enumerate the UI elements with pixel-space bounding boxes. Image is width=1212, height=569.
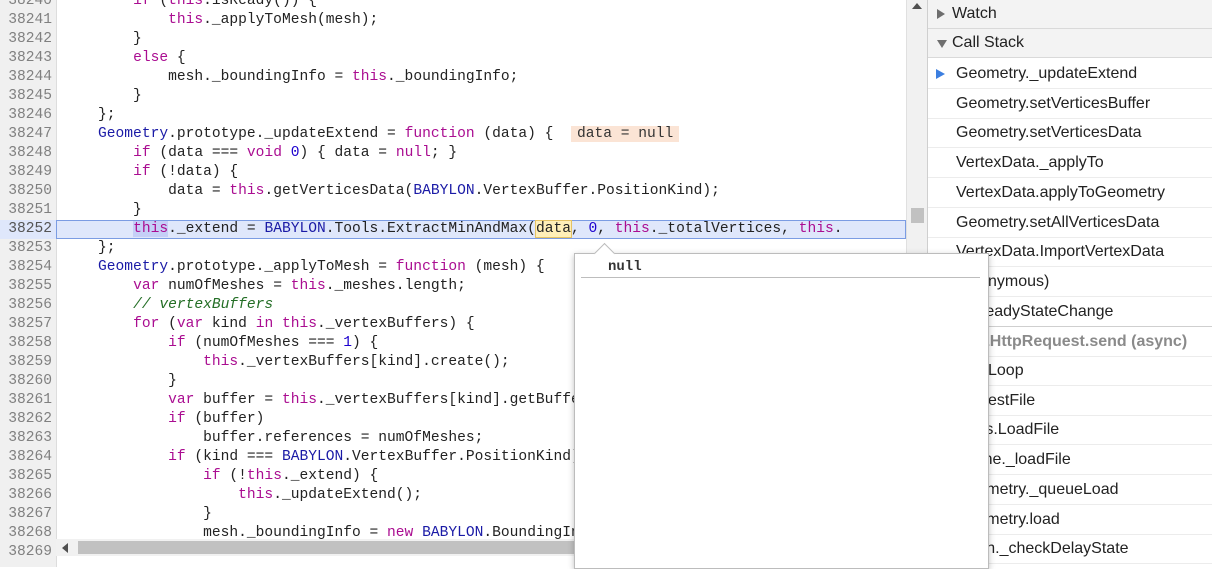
line-number[interactable]: 38253 bbox=[0, 239, 52, 258]
inline-value-annotation: data = null bbox=[570, 126, 680, 142]
code-line[interactable]: 38252 this._extend = BABYLON.Tools.Extra… bbox=[0, 220, 906, 239]
code-line[interactable]: 38249 if (!data) { bbox=[0, 163, 906, 182]
line-number[interactable]: 38262 bbox=[0, 410, 52, 429]
code-text: if (this.isReady()) { bbox=[133, 0, 317, 9]
code-text: else { bbox=[133, 50, 186, 66]
line-number[interactable]: 38268 bbox=[0, 524, 52, 543]
callstack-section-header[interactable]: Call Stack bbox=[928, 29, 1212, 58]
code-line[interactable]: 38245 } bbox=[0, 87, 906, 106]
code-text: if (buffer) bbox=[168, 411, 265, 427]
line-number[interactable]: 38257 bbox=[0, 315, 52, 334]
code-text: var buffer = this._vertexBuffers[kind].g… bbox=[168, 392, 615, 408]
line-number[interactable]: 38245 bbox=[0, 87, 52, 106]
line-number[interactable]: 38240 bbox=[0, 0, 52, 11]
line-number[interactable]: 38255 bbox=[0, 277, 52, 296]
hover-value-popover: null bbox=[574, 242, 989, 569]
line-number[interactable]: 38247 bbox=[0, 125, 52, 144]
chevron-down-icon bbox=[937, 40, 947, 48]
code-text: var numOfMeshes = this._meshes.length; bbox=[133, 278, 466, 294]
code-text: mesh._boundingInfo = this._boundingInfo; bbox=[63, 69, 519, 85]
code-text: if (kind === BABYLON.VertexBuffer.Positi… bbox=[168, 449, 598, 465]
frame-label: Geometry.setAllVerticesData bbox=[956, 214, 1160, 231]
line-number[interactable]: 38246 bbox=[0, 106, 52, 125]
line-number[interactable]: 38266 bbox=[0, 486, 52, 505]
code-line[interactable]: 38242 } bbox=[0, 30, 906, 49]
line-number[interactable]: 38267 bbox=[0, 505, 52, 524]
code-text: } bbox=[63, 31, 142, 47]
code-line[interactable]: 38244 mesh._boundingInfo = this._boundin… bbox=[0, 68, 906, 87]
line-number[interactable]: 38241 bbox=[0, 11, 52, 30]
callstack-section-label: Call Stack bbox=[952, 34, 1025, 51]
code-line[interactable]: 38243 else { bbox=[0, 49, 906, 68]
code-text: }; bbox=[63, 107, 116, 123]
code-text: this._applyToMesh(mesh); bbox=[168, 12, 379, 28]
frame-label: VertexData._applyTo bbox=[956, 154, 1104, 171]
frame-label: Geometry.setVerticesData bbox=[956, 124, 1142, 141]
code-text: // vertexBuffers bbox=[133, 297, 274, 313]
code-line[interactable]: 38240 if (this.isReady()) { bbox=[0, 0, 906, 11]
call-stack-frame[interactable]: Geometry.setAllVerticesData bbox=[928, 208, 1212, 238]
code-line[interactable]: 38247 Geometry.prototype._updateExtend =… bbox=[0, 125, 906, 144]
code-line[interactable]: 38251 } bbox=[0, 201, 906, 220]
code-line[interactable]: 38246 }; bbox=[0, 106, 906, 125]
line-number[interactable]: 38254 bbox=[0, 258, 52, 277]
line-number[interactable]: 38243 bbox=[0, 49, 52, 68]
line-number[interactable]: 38269 bbox=[0, 543, 52, 562]
code-text: Geometry.prototype._applyToMesh = functi… bbox=[98, 259, 545, 275]
frame-label: VertexData.applyToGeometry bbox=[956, 184, 1165, 201]
code-text: if (!data) { bbox=[133, 164, 239, 180]
frame-label: Geometry.setVerticesBuffer bbox=[956, 95, 1151, 112]
call-stack-frame[interactable]: VertexData.applyToGeometry bbox=[928, 178, 1212, 208]
line-number[interactable]: 38265 bbox=[0, 467, 52, 486]
vertical-scroll-thumb[interactable] bbox=[911, 208, 924, 223]
call-stack-frame[interactable]: VertexData._applyTo bbox=[928, 148, 1212, 178]
code-text: if (data === void 0) { data = null; } bbox=[133, 145, 458, 161]
line-number[interactable]: 38260 bbox=[0, 372, 52, 391]
code-text: } bbox=[63, 506, 212, 522]
code-text: } bbox=[63, 202, 142, 218]
code-text: this._updateExtend(); bbox=[238, 487, 423, 503]
code-text: this._vertexBuffers[kind].create(); bbox=[203, 354, 510, 370]
line-number[interactable]: 38252 bbox=[0, 220, 52, 239]
line-number[interactable]: 38261 bbox=[0, 391, 52, 410]
code-text: this._extend = BABYLON.Tools.ExtractMinA… bbox=[133, 220, 843, 238]
code-line[interactable]: 38241 this._applyToMesh(mesh); bbox=[0, 11, 906, 30]
code-text: data = this.getVerticesData(BABYLON.Vert… bbox=[63, 183, 720, 199]
line-number[interactable]: 38242 bbox=[0, 30, 52, 49]
current-frame-arrow-icon bbox=[936, 69, 945, 79]
code-text: buffer.references = numOfMeshes; bbox=[63, 430, 484, 446]
horizontal-scroll-thumb[interactable] bbox=[78, 541, 578, 554]
code-text: }; bbox=[63, 240, 116, 256]
frame-label: XMLHttpRequest.send (async) bbox=[956, 333, 1188, 350]
call-stack-frame[interactable]: Geometry._updateExtend bbox=[928, 59, 1212, 89]
line-number[interactable]: 38259 bbox=[0, 353, 52, 372]
scroll-left-arrow-icon[interactable] bbox=[62, 543, 68, 553]
line-number[interactable]: 38258 bbox=[0, 334, 52, 353]
popover-divider bbox=[581, 277, 980, 278]
line-number[interactable]: 38250 bbox=[0, 182, 52, 201]
popover-value: null bbox=[608, 259, 642, 275]
watch-section-header[interactable]: Watch bbox=[928, 0, 1212, 29]
watch-section-label: Watch bbox=[952, 5, 997, 22]
line-number[interactable]: 38251 bbox=[0, 201, 52, 220]
scroll-up-arrow-icon[interactable] bbox=[912, 3, 922, 9]
frame-label: Geometry._updateExtend bbox=[956, 65, 1138, 82]
code-text: } bbox=[63, 373, 177, 389]
code-line[interactable]: 38248 if (data === void 0) { data = null… bbox=[0, 144, 906, 163]
line-number[interactable]: 38248 bbox=[0, 144, 52, 163]
line-number[interactable]: 38264 bbox=[0, 448, 52, 467]
call-stack-frame[interactable]: Geometry.setVerticesBuffer bbox=[928, 89, 1212, 119]
code-text: } bbox=[63, 88, 142, 104]
line-number[interactable]: 38263 bbox=[0, 429, 52, 448]
code-text: if (numOfMeshes === 1) { bbox=[168, 335, 379, 351]
line-number[interactable]: 38256 bbox=[0, 296, 52, 315]
code-text: if (!this._extend) { bbox=[203, 468, 379, 484]
call-stack-frame[interactable]: Geometry.setVerticesData bbox=[928, 118, 1212, 148]
chevron-right-icon bbox=[937, 9, 945, 19]
code-text: Geometry.prototype._updateExtend = funct… bbox=[63, 125, 680, 144]
line-number[interactable]: 38249 bbox=[0, 163, 52, 182]
code-text: for (var kind in this._vertexBuffers) { bbox=[133, 316, 475, 332]
code-line[interactable]: 38250 data = this.getVerticesData(BABYLO… bbox=[0, 182, 906, 201]
line-number[interactable]: 38244 bbox=[0, 68, 52, 87]
